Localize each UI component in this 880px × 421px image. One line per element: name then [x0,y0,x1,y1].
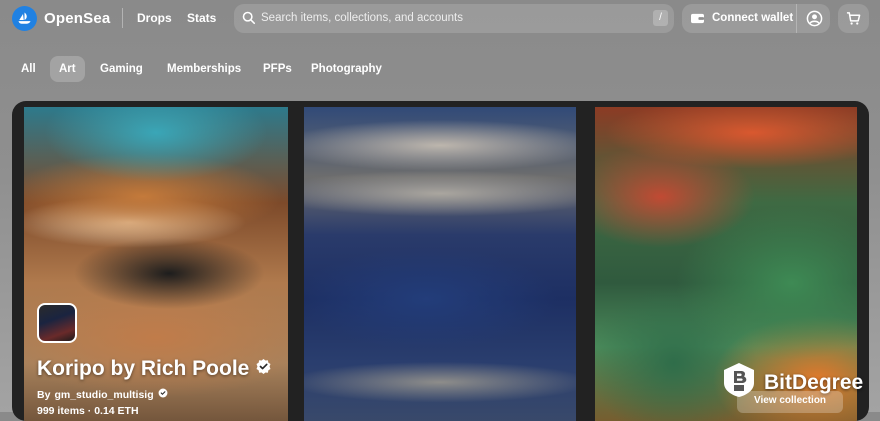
collection-avatar[interactable] [37,303,77,343]
search-placeholder: Search items, collections, and accounts [261,12,463,24]
tab-all[interactable]: All [12,56,45,82]
nav-drops-link[interactable]: Drops [137,11,172,25]
tab-memberships[interactable]: Memberships [158,56,250,82]
tab-pfps[interactable]: PFPs [254,56,301,82]
creator-line: By gm_studio_multisig [37,388,168,401]
artwork-image [304,107,576,421]
cart-button[interactable] [838,4,869,33]
search-icon [242,11,256,30]
brand-name: OpenSea [44,10,111,27]
search-shortcut-key: / [653,10,668,26]
wallet-icon [690,12,705,30]
profile-icon[interactable] [806,10,823,32]
top-navigation-bar: OpenSea Drops Stats Search items, collec… [0,0,880,36]
opensea-logo-icon [12,6,37,31]
tab-photography[interactable]: Photography [302,56,391,82]
connect-wallet-button[interactable]: Connect wallet [682,4,830,33]
by-label: By [37,388,51,401]
nav-stats-link[interactable]: Stats [187,11,216,25]
connect-wallet-label: Connect wallet [712,12,794,24]
view-collection-button[interactable]: View collection [737,391,843,413]
collection-stats: 999 items · 0.14 ETH [37,405,139,417]
verified-badge-icon [158,388,168,401]
verified-badge-icon [255,357,272,381]
creator-link[interactable]: gm_studio_multisig [54,389,153,401]
search-bar[interactable]: Search items, collections, and accounts … [234,4,674,33]
cart-icon [846,11,861,31]
tab-art[interactable]: Art [50,56,85,82]
collection-title-row: Koripo by Rich Poole [37,357,272,381]
collection-title[interactable]: Koripo by Rich Poole [37,357,249,381]
opensea-logo[interactable]: OpenSea [12,6,110,31]
wallet-divider [796,4,797,33]
nav-divider [122,8,123,28]
tab-gaming[interactable]: Gaming [91,56,152,82]
